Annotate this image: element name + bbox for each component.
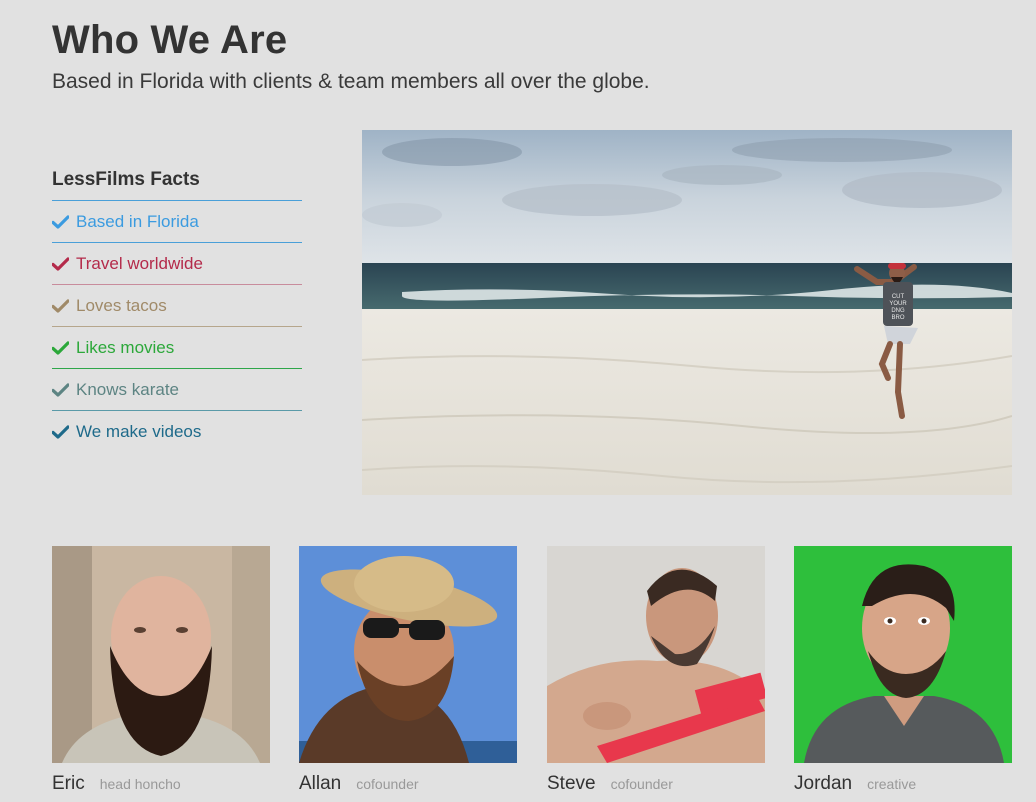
member-photo [52, 546, 270, 763]
member-name: Jordan [794, 773, 853, 794]
shirt-text-3: DNG [891, 308, 905, 314]
shirt-text-2: YOUR [889, 301, 907, 307]
member-photo [547, 546, 765, 763]
team-member-jordan[interactable]: Jordan creative [794, 546, 1012, 795]
team-member-allan[interactable]: Allan cofounder [299, 546, 517, 795]
member-name: Eric [52, 773, 85, 794]
fact-label: Knows karate [76, 379, 179, 399]
member-role: cofounder [610, 776, 673, 792]
member-role: cofounder [356, 776, 419, 792]
member-photo [299, 546, 517, 763]
fact-item-based-in-florida: Based in Florida [52, 201, 302, 243]
page-title: Who We Are [52, 18, 288, 62]
member-role: creative [867, 776, 917, 792]
fact-item-we-make-videos: We make videos [52, 411, 302, 453]
check-icon [52, 411, 76, 453]
member-name: Allan [299, 773, 342, 794]
fact-item-likes-movies: Likes movies [52, 327, 302, 369]
check-icon [52, 369, 76, 411]
facts-heading: LessFilms Facts [52, 167, 302, 201]
team-member-steve[interactable]: Steve cofounder [547, 546, 765, 795]
check-icon [52, 285, 76, 327]
shirt-text-1: CUT [892, 294, 905, 300]
shirt-text-4: BRO [891, 315, 904, 321]
fact-item-loves-tacos: Loves tacos [52, 285, 302, 327]
fact-label: Loves tacos [76, 295, 167, 315]
facts-list: LessFilms Facts Based in Florida Travel … [52, 167, 302, 453]
check-icon [52, 243, 76, 285]
team-member-eric[interactable]: Eric head honcho [52, 546, 270, 795]
member-role: head honcho [99, 776, 181, 792]
fact-item-knows-karate: Knows karate [52, 369, 302, 411]
page-subtitle: Based in Florida with clients & team mem… [52, 70, 650, 93]
check-icon [52, 327, 76, 369]
fact-label: We make videos [76, 422, 202, 441]
hero-beach-photo: CUT YOUR DNG BRO [362, 130, 1012, 495]
member-name: Steve [547, 773, 596, 794]
member-photo [794, 546, 1012, 763]
team-grid: Eric head honcho Allan cofounder Steve c… [52, 546, 1012, 802]
check-icon [52, 201, 76, 243]
fact-item-travel-worldwide: Travel worldwide [52, 243, 302, 285]
fact-label: Likes movies [76, 337, 175, 357]
fact-label: Travel worldwide [76, 253, 203, 273]
fact-label: Based in Florida [76, 211, 199, 231]
